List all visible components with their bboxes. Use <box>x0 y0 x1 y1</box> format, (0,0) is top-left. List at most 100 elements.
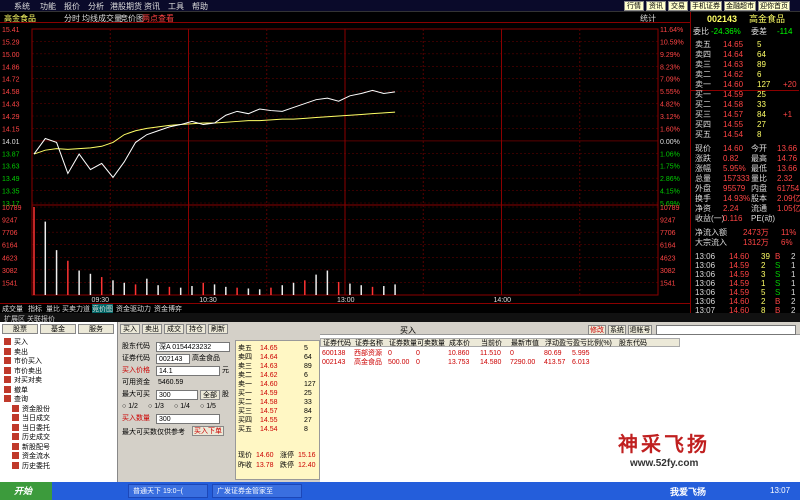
fraction-1-3[interactable]: ○ 1/3 <box>148 402 164 412</box>
price-tick-label: 13.87 <box>2 151 20 158</box>
menu-bar: 系统 功能 报价 分析 港股期货 资讯 工具 帮助 行情 资讯 交易 手机证券 … <box>0 0 800 12</box>
quote-row[interactable]: 买三 14.57 84 <box>238 407 318 416</box>
fraction-1-4[interactable]: ○ 1/4 <box>174 402 190 412</box>
toolbar-home-button[interactable]: 迎你首页 <box>758 1 790 11</box>
weicha-label: 委差 <box>751 27 767 36</box>
max-buy-value: 300 <box>156 390 198 400</box>
menu-item-hk-futures[interactable]: 港股期货 <box>110 1 142 12</box>
nav-item[interactable]: 资金股份 <box>12 404 50 414</box>
toolbar-market-button[interactable]: 金融超市 <box>724 1 756 11</box>
stat-row: 换手 14.93% 股本 2.09亿 <box>695 194 800 203</box>
volume-tick-label: 9247 <box>660 218 676 225</box>
price-tick-label: 14.43 <box>2 102 20 109</box>
pct-tick-label: 2.86% <box>660 176 680 183</box>
quote-row[interactable]: 卖五 14.65 5 <box>238 344 318 353</box>
nav-item[interactable]: 买入 <box>4 338 28 347</box>
menu-item-tools[interactable]: 工具 <box>168 1 184 12</box>
orderbook-row: 买三 14.57 84 +1 <box>695 110 793 119</box>
volume-tick-label: 1541 <box>2 280 18 287</box>
buy-form: 股东代码 深A 0154423232 证券代码 002143 高金食品 买入价格… <box>120 336 235 482</box>
quote-row[interactable]: 买五 14.54 8 <box>238 425 318 434</box>
volume-tick-label: 6164 <box>2 243 18 250</box>
menu-item-function[interactable]: 功能 <box>40 1 56 12</box>
toolbar-quote-button[interactable]: 行情 <box>624 1 644 11</box>
holding-row[interactable]: 002143 高金食品 500.00 0 13.753 14.580 7290.00 413.… <box>320 358 680 367</box>
trade-tab-buy[interactable]: 买入 <box>120 324 140 334</box>
nav-item[interactable]: 市价卖出 <box>4 366 42 376</box>
weibi-label: 委比 <box>693 27 709 36</box>
menu-item-help[interactable]: 帮助 <box>192 1 208 12</box>
nav-item[interactable]: 对买对卖 <box>4 376 42 385</box>
nav-tab-stock[interactable]: 股票 <box>2 324 38 334</box>
watermark-url: www.52fy.com <box>630 458 699 469</box>
orderbook-row: 买二 14.58 33 <box>695 100 766 109</box>
price-tick-label: 13.63 <box>2 164 20 171</box>
volume-tick-label: 9247 <box>2 218 18 225</box>
trade-tab-refresh[interactable]: 刷新 <box>208 324 228 334</box>
available-label: 可用资金 <box>122 379 150 386</box>
column-header: 成本价 <box>449 340 470 347</box>
fraction-1-2[interactable]: ○ 1/2 <box>122 402 138 412</box>
column-header: 浮动盈亏 <box>545 340 573 347</box>
toolbar-info-button[interactable]: 资讯 <box>646 1 666 11</box>
quote-row[interactable]: 卖一 14.60 127 <box>238 380 318 389</box>
quote-row[interactable]: 买一 14.59 25 <box>238 389 318 398</box>
menu-item-quote[interactable]: 报价 <box>64 1 80 12</box>
nav-item[interactable]: 查询 <box>4 395 28 404</box>
menu-item-system[interactable]: 系统 <box>14 1 30 12</box>
watermark-title: 神采飞扬 <box>618 434 710 456</box>
menu-item-analysis[interactable]: 分析 <box>88 1 104 12</box>
account-dropdown[interactable] <box>656 325 796 335</box>
quote-row[interactable]: 卖四 14.64 64 <box>238 353 318 362</box>
nav-item[interactable]: 资金流水 <box>12 452 50 461</box>
price-unit: 元 <box>222 367 229 374</box>
orderbook-row: 卖五 14.65 5 <box>695 40 762 49</box>
nav-item[interactable]: 卖出 <box>4 347 28 357</box>
holding-row[interactable]: 600138 西部资源 0 0 10.860 11.510 0 80.69 5.995 <box>320 349 680 358</box>
stat-row: 涨幅 5.95% 最低 13.66 <box>695 164 798 173</box>
clock: 13:07 <box>770 486 791 495</box>
menu-item-info[interactable]: 资讯 <box>144 1 160 12</box>
start-button[interactable]: 开始 <box>0 482 52 500</box>
nav-tab-service[interactable]: 服务 <box>78 324 114 334</box>
toolbar-mobile-button[interactable]: 手机证券 <box>690 1 722 11</box>
logout-button[interactable]: 退帐号 <box>628 325 652 335</box>
trade-nav: 股票 基金 服务 买入 卖出 市价买入 市价卖出 对买对卖 撤单 查询 资金股份 当日成交 当日委… <box>0 322 118 482</box>
nav-item[interactable]: 新股配号 <box>12 442 50 452</box>
quote-row[interactable]: 买四 14.55 27 <box>238 416 318 425</box>
account-select[interactable]: 深A 0154423232 <box>156 342 230 352</box>
fraction-1-5[interactable]: ○ 1/5 <box>200 402 216 412</box>
task-item-2[interactable]: 广发证券金管家至 <box>212 484 302 498</box>
nav-item[interactable]: 市价买入 <box>4 357 42 366</box>
price-input[interactable]: 14.1 <box>156 366 220 376</box>
nav-item[interactable]: 当日委托 <box>12 423 50 433</box>
stat-row: 总量 157333 量比 2.32 <box>695 174 793 183</box>
quote-row[interactable]: 卖三 14.63 89 <box>238 362 318 371</box>
trade-tab-deals[interactable]: 成交 <box>164 324 184 334</box>
quote-row[interactable]: 卖二 14.62 6 <box>238 371 318 380</box>
trade-tab-sell[interactable]: 卖出 <box>142 324 162 334</box>
pct-tick-label: 10.59% <box>660 39 684 46</box>
nav-item[interactable]: 历史成交 <box>12 433 50 442</box>
quote-row[interactable]: 买二 14.58 33 <box>238 398 318 407</box>
submit-buy-button[interactable]: 买入下单 <box>192 426 224 436</box>
nav-tab-fund[interactable]: 基金 <box>40 324 76 334</box>
all-button[interactable]: 全部 <box>200 390 220 400</box>
toolbar-trade-button[interactable]: 交易 <box>668 1 688 11</box>
system-button[interactable]: 系统 <box>608 325 626 335</box>
pct-tick-label: 11.64% <box>660 27 683 34</box>
max-buy-label: 最大可买 <box>122 391 150 398</box>
quantity-input[interactable]: 300 <box>156 414 220 424</box>
price-tick-label: 14.01 <box>2 139 20 146</box>
task-item-1[interactable]: 普通天下 19:0~( <box>128 484 208 498</box>
code-input[interactable]: 002143 <box>156 354 190 364</box>
orderbook-row: 买四 14.55 27 <box>695 120 766 129</box>
modify-button[interactable]: 修改 <box>588 325 606 335</box>
trade-tab-positions[interactable]: 持仓 <box>186 324 206 334</box>
nav-item[interactable]: 历史委托 <box>12 461 50 471</box>
nav-item[interactable]: 撤单 <box>4 385 28 395</box>
weibi-value: -24.36% <box>711 27 741 36</box>
pct-tick-label: 1.60% <box>660 126 680 133</box>
quantity-label: 买入数量 <box>122 415 150 422</box>
nav-item[interactable]: 当日成交 <box>12 414 50 423</box>
